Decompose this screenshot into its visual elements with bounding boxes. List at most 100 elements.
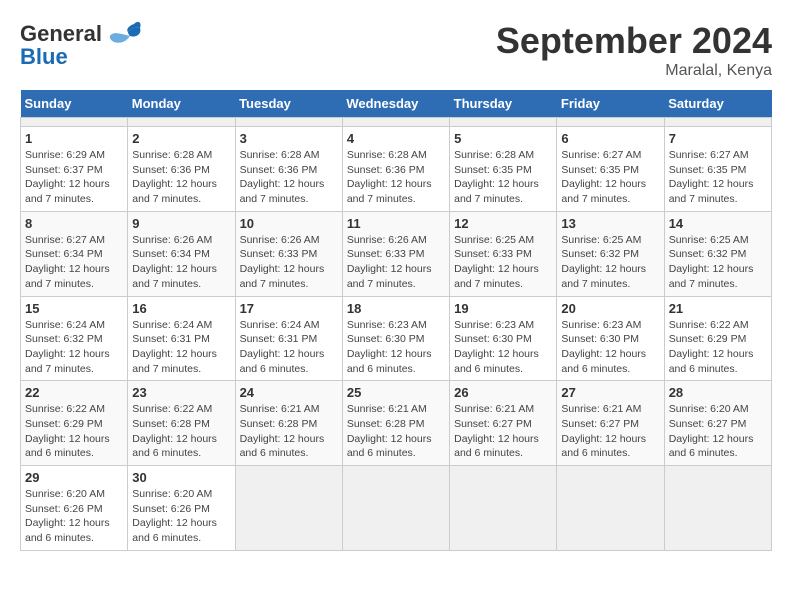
calendar-cell: 6 Sunrise: 6:27 AMSunset: 6:35 PMDaylight… <box>557 127 664 212</box>
day-number: 25 <box>347 385 445 400</box>
day-info: Sunrise: 6:23 AMSunset: 6:30 PMDaylight:… <box>561 318 659 377</box>
calendar-cell: 12 Sunrise: 6:25 AMSunset: 6:33 PMDayligh… <box>450 211 557 296</box>
day-info: Sunrise: 6:24 AMSunset: 6:31 PMDaylight:… <box>240 318 338 377</box>
month-title: September 2024 <box>496 20 772 62</box>
calendar-cell: 2Sunrise: 6:28 AMSunset: 6:36 PMDaylight… <box>128 127 235 212</box>
day-number: 10 <box>240 216 338 231</box>
calendar-cell: 21Sunrise: 6:22 AMSunset: 6:29 PMDayligh… <box>664 296 771 381</box>
day-info: Sunrise: 6:25 AMSunset: 6:33 PMDaylight:… <box>454 233 552 292</box>
calendar-cell: 11 Sunrise: 6:26 AMSunset: 6:33 PMDayligh… <box>342 211 449 296</box>
day-number: 3 <box>240 131 338 146</box>
calendar-header-row: SundayMondayTuesdayWednesdayThursdayFrid… <box>21 90 772 118</box>
calendar-cell: 20Sunrise: 6:23 AMSunset: 6:30 PMDayligh… <box>557 296 664 381</box>
logo: General Blue <box>20 20 142 70</box>
day-number: 1 <box>25 131 123 146</box>
day-info: Sunrise: 6:21 AMSunset: 6:28 PMDaylight:… <box>240 402 338 461</box>
day-info: Sunrise: 6:21 AMSunset: 6:27 PMDaylight:… <box>454 402 552 461</box>
calendar-cell: 16 Sunrise: 6:24 AMSunset: 6:31 PMDayligh… <box>128 296 235 381</box>
logo-blue-text: Blue <box>20 44 68 70</box>
calendar-week-row: 1Sunrise: 6:29 AMSunset: 6:37 PMDaylight… <box>21 127 772 212</box>
column-header-sunday: Sunday <box>21 90 128 118</box>
day-info: Sunrise: 6:27 AMSunset: 6:34 PMDaylight:… <box>25 233 123 292</box>
day-number: 9 <box>132 216 230 231</box>
calendar-week-row: 29 Sunrise: 6:20 AMSunset: 6:26 PMDayligh… <box>21 466 772 551</box>
day-number: 12 <box>454 216 552 231</box>
column-header-saturday: Saturday <box>664 90 771 118</box>
day-number: 18 <box>347 301 445 316</box>
calendar-cell: 27 Sunrise: 6:21 AMSunset: 6:27 PMDayligh… <box>557 381 664 466</box>
day-info: Sunrise: 6:22 AMSunset: 6:29 PMDaylight:… <box>25 402 123 461</box>
calendar-cell <box>664 118 771 127</box>
calendar-cell: 22 Sunrise: 6:22 AMSunset: 6:29 PMDayligh… <box>21 381 128 466</box>
day-number: 27 <box>561 385 659 400</box>
column-header-wednesday: Wednesday <box>342 90 449 118</box>
day-number: 4 <box>347 131 445 146</box>
calendar-cell: 8 Sunrise: 6:27 AMSunset: 6:34 PMDaylight… <box>21 211 128 296</box>
calendar-cell: 28 Sunrise: 6:20 AMSunset: 6:27 PMDayligh… <box>664 381 771 466</box>
calendar-cell <box>21 118 128 127</box>
day-number: 19 <box>454 301 552 316</box>
calendar-week-row: 15Sunrise: 6:24 AMSunset: 6:32 PMDayligh… <box>21 296 772 381</box>
calendar-table: SundayMondayTuesdayWednesdayThursdayFrid… <box>20 90 772 551</box>
day-number: 11 <box>347 216 445 231</box>
calendar-cell: 17Sunrise: 6:24 AMSunset: 6:31 PMDayligh… <box>235 296 342 381</box>
day-number: 26 <box>454 385 552 400</box>
calendar-cell <box>664 466 771 551</box>
calendar-cell: 23Sunrise: 6:22 AMSunset: 6:28 PMDayligh… <box>128 381 235 466</box>
day-number: 21 <box>669 301 767 316</box>
calendar-cell: 7Sunrise: 6:27 AMSunset: 6:35 PMDaylight… <box>664 127 771 212</box>
calendar-cell: 15Sunrise: 6:24 AMSunset: 6:32 PMDayligh… <box>21 296 128 381</box>
day-number: 13 <box>561 216 659 231</box>
day-number: 22 <box>25 385 123 400</box>
calendar-cell <box>128 118 235 127</box>
calendar-cell <box>450 118 557 127</box>
day-info: Sunrise: 6:24 AMSunset: 6:31 PMDaylight:… <box>132 318 230 377</box>
column-header-tuesday: Tuesday <box>235 90 342 118</box>
calendar-week-row: 8 Sunrise: 6:27 AMSunset: 6:34 PMDaylight… <box>21 211 772 296</box>
column-header-thursday: Thursday <box>450 90 557 118</box>
day-info: Sunrise: 6:26 AMSunset: 6:33 PMDaylight:… <box>240 233 338 292</box>
day-info: Sunrise: 6:26 AMSunset: 6:33 PMDaylight:… <box>347 233 445 292</box>
page-header: General Blue September 2024 Maralal, Ken… <box>20 20 772 80</box>
column-header-monday: Monday <box>128 90 235 118</box>
calendar-cell: 24 Sunrise: 6:21 AMSunset: 6:28 PMDayligh… <box>235 381 342 466</box>
day-number: 30 <box>132 470 230 485</box>
day-number: 8 <box>25 216 123 231</box>
calendar-cell: 26 Sunrise: 6:21 AMSunset: 6:27 PMDayligh… <box>450 381 557 466</box>
day-number: 7 <box>669 131 767 146</box>
day-info: Sunrise: 6:28 AMSunset: 6:35 PMDaylight:… <box>454 148 552 207</box>
day-number: 24 <box>240 385 338 400</box>
location: Maralal, Kenya <box>496 62 772 80</box>
calendar-cell: 13Sunrise: 6:25 AMSunset: 6:32 PMDayligh… <box>557 211 664 296</box>
day-info: Sunrise: 6:21 AMSunset: 6:27 PMDaylight:… <box>561 402 659 461</box>
day-number: 29 <box>25 470 123 485</box>
calendar-cell: 29 Sunrise: 6:20 AMSunset: 6:26 PMDayligh… <box>21 466 128 551</box>
calendar-cell: 14 Sunrise: 6:25 AMSunset: 6:32 PMDayligh… <box>664 211 771 296</box>
day-info: Sunrise: 6:20 AMSunset: 6:26 PMDaylight:… <box>25 487 123 546</box>
day-info: Sunrise: 6:27 AMSunset: 6:35 PMDaylight:… <box>561 148 659 207</box>
day-number: 14 <box>669 216 767 231</box>
calendar-cell <box>557 118 664 127</box>
calendar-cell <box>235 118 342 127</box>
day-info: Sunrise: 6:28 AMSunset: 6:36 PMDaylight:… <box>347 148 445 207</box>
day-info: Sunrise: 6:25 AMSunset: 6:32 PMDaylight:… <box>669 233 767 292</box>
calendar-week-row: 22 Sunrise: 6:22 AMSunset: 6:29 PMDayligh… <box>21 381 772 466</box>
day-number: 28 <box>669 385 767 400</box>
calendar-cell: 9Sunrise: 6:26 AMSunset: 6:34 PMDaylight… <box>128 211 235 296</box>
calendar-cell: 25 Sunrise: 6:21 AMSunset: 6:28 PMDayligh… <box>342 381 449 466</box>
day-info: Sunrise: 6:20 AMSunset: 6:27 PMDaylight:… <box>669 402 767 461</box>
calendar-cell: 4 Sunrise: 6:28 AMSunset: 6:36 PMDaylight… <box>342 127 449 212</box>
calendar-cell <box>450 466 557 551</box>
day-info: Sunrise: 6:21 AMSunset: 6:28 PMDaylight:… <box>347 402 445 461</box>
logo-text: General <box>20 22 102 46</box>
calendar-cell <box>342 118 449 127</box>
day-number: 16 <box>132 301 230 316</box>
column-header-friday: Friday <box>557 90 664 118</box>
day-number: 2 <box>132 131 230 146</box>
calendar-cell: 5Sunrise: 6:28 AMSunset: 6:35 PMDaylight… <box>450 127 557 212</box>
calendar-cell: 1Sunrise: 6:29 AMSunset: 6:37 PMDaylight… <box>21 127 128 212</box>
day-info: Sunrise: 6:20 AMSunset: 6:26 PMDaylight:… <box>132 487 230 546</box>
day-info: Sunrise: 6:28 AMSunset: 6:36 PMDaylight:… <box>240 148 338 207</box>
calendar-cell: 3 Sunrise: 6:28 AMSunset: 6:36 PMDaylight… <box>235 127 342 212</box>
day-number: 6 <box>561 131 659 146</box>
